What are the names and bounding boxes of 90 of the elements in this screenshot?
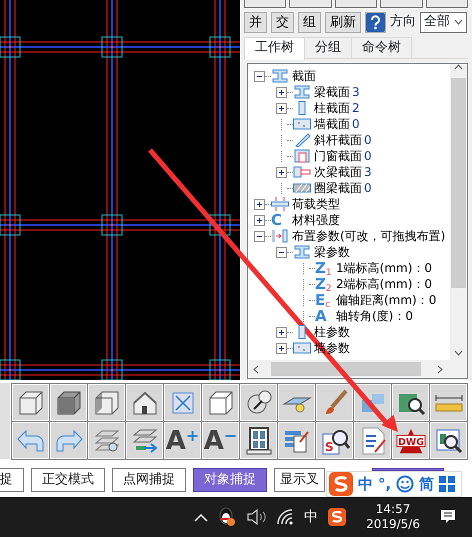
tree-item[interactable]: 柱参数 bbox=[314, 323, 350, 341]
status-button[interactable]: 正交模式 bbox=[31, 468, 105, 492]
toolbar-button[interactable]: 并 bbox=[244, 12, 267, 32]
tree-item[interactable]: 墙截面 bbox=[314, 115, 350, 133]
speaker-icon bbox=[246, 509, 266, 525]
scroll-right-icon bbox=[437, 364, 443, 374]
side-scrollbar[interactable] bbox=[0, 383, 10, 459]
notification-icon bbox=[440, 509, 456, 525]
expand-icon[interactable] bbox=[276, 342, 287, 354]
expand-icon[interactable] bbox=[276, 86, 287, 98]
tree-item[interactable]: 截面 bbox=[292, 67, 316, 85]
status-button[interactable]: 显示叉 bbox=[274, 468, 325, 492]
item-count: 0 bbox=[364, 132, 372, 149]
help-button[interactable] bbox=[365, 12, 386, 32]
letter-icon: E$_{c}$ bbox=[315, 293, 333, 307]
wall-icon bbox=[293, 117, 311, 131]
i-beam-icon bbox=[293, 245, 311, 259]
clock-date[interactable]: 2019/5/6 bbox=[366, 517, 420, 532]
wifi-icon bbox=[276, 509, 294, 525]
secondary-beam-icon bbox=[293, 165, 311, 179]
tree-item[interactable]: 斜杆截面 bbox=[314, 131, 362, 149]
status-button[interactable]: 点网捕捉 bbox=[112, 468, 186, 492]
help-icon bbox=[366, 12, 385, 32]
status-button[interactable]: 对象捕捉 bbox=[193, 468, 267, 492]
horizontal-scrollbar[interactable] bbox=[248, 360, 467, 378]
letter-icon: Z$_{2}$ bbox=[315, 277, 333, 291]
expand-icon[interactable] bbox=[254, 198, 265, 210]
item-count: 3 bbox=[352, 84, 360, 101]
tree-item[interactable]: 布置参数(可改，可拖拽布置) bbox=[292, 227, 446, 245]
punctuation-mode[interactable]: °, bbox=[378, 472, 392, 496]
scroll-down-icon bbox=[454, 350, 463, 356]
item-count: 0 bbox=[352, 116, 360, 133]
expand-icon[interactable] bbox=[276, 102, 287, 114]
penguin-icon bbox=[218, 507, 236, 527]
letter-icon: A bbox=[315, 309, 333, 323]
expand-icon[interactable] bbox=[276, 326, 287, 338]
clock-time[interactable]: 14:57 bbox=[366, 502, 420, 517]
layout-icon bbox=[271, 229, 289, 243]
font-size-icon: A− bbox=[204, 428, 238, 454]
tree-item[interactable]: 圈梁截面 bbox=[314, 179, 362, 197]
chevron-up-icon bbox=[194, 512, 208, 522]
direction-label: 方向 bbox=[390, 13, 416, 32]
letter-icon: C bbox=[271, 213, 289, 227]
scroll-up-icon bbox=[454, 64, 463, 70]
wall-icon bbox=[293, 341, 311, 355]
ring-beam-icon bbox=[293, 181, 311, 195]
window-frame-icon bbox=[293, 149, 311, 163]
input-language[interactable]: 中 bbox=[304, 506, 318, 528]
tree-item[interactable]: 1端标高(mm)：0 bbox=[336, 259, 432, 277]
tree-item[interactable]: 轴转角(度)：0 bbox=[336, 307, 413, 325]
ime-logo-icon bbox=[328, 508, 346, 526]
collapse-icon[interactable] bbox=[254, 230, 265, 242]
toolbar-button[interactable]: 组 bbox=[298, 12, 321, 32]
item-count: 2 bbox=[352, 100, 360, 117]
tree-item[interactable]: 柱截面 bbox=[314, 99, 350, 117]
item-count: 0 bbox=[364, 180, 372, 197]
chevron-down-icon bbox=[454, 19, 463, 25]
tree-item[interactable]: 荷载类型 bbox=[292, 195, 340, 213]
tree-item[interactable]: 偏轴距离(mm)：0 bbox=[336, 291, 436, 309]
i-beam-icon bbox=[271, 69, 289, 83]
tree-item[interactable]: 次梁截面 bbox=[314, 163, 362, 181]
scroll-left-icon bbox=[253, 364, 259, 374]
input-mode[interactable]: 中 bbox=[358, 472, 373, 496]
toolbar-button[interactable]: 交 bbox=[271, 12, 294, 32]
item-count: 0 bbox=[364, 148, 372, 165]
expand-icon[interactable] bbox=[254, 214, 265, 226]
direction-select[interactable]: 全部 bbox=[420, 12, 467, 32]
font-size-icon: A+ bbox=[166, 428, 200, 454]
tab[interactable]: 工作树 bbox=[244, 37, 305, 60]
item-count: 3 bbox=[364, 164, 372, 181]
collapse-icon[interactable] bbox=[254, 70, 265, 82]
tree-item[interactable]: 梁截面 bbox=[314, 83, 350, 101]
expand-icon[interactable] bbox=[276, 166, 287, 178]
tree-item[interactable]: 材料强度 bbox=[292, 211, 340, 229]
vertical-scrollbar[interactable] bbox=[450, 64, 467, 360]
toolbar-button[interactable]: 刷新 bbox=[325, 12, 361, 32]
script-mode[interactable]: 简 bbox=[419, 472, 434, 496]
tab[interactable]: 命令树 bbox=[351, 37, 412, 58]
window-icon bbox=[244, 426, 274, 456]
tree-item[interactable]: 梁参数 bbox=[314, 243, 350, 261]
tree-item[interactable]: 2端标高(mm)：0 bbox=[336, 275, 432, 293]
i-beam-icon bbox=[293, 85, 311, 99]
tree-item[interactable]: 门窗截面 bbox=[314, 147, 362, 165]
letter-icon: Z$_{1}$ bbox=[315, 261, 333, 275]
toolbar-button[interactable]: A+ bbox=[164, 422, 201, 459]
grid-icon bbox=[439, 476, 456, 492]
collapse-icon[interactable] bbox=[276, 246, 287, 258]
load-icon bbox=[271, 197, 289, 211]
smiley-icon bbox=[396, 475, 414, 493]
toolbar-button[interactable]: A− bbox=[202, 422, 239, 459]
